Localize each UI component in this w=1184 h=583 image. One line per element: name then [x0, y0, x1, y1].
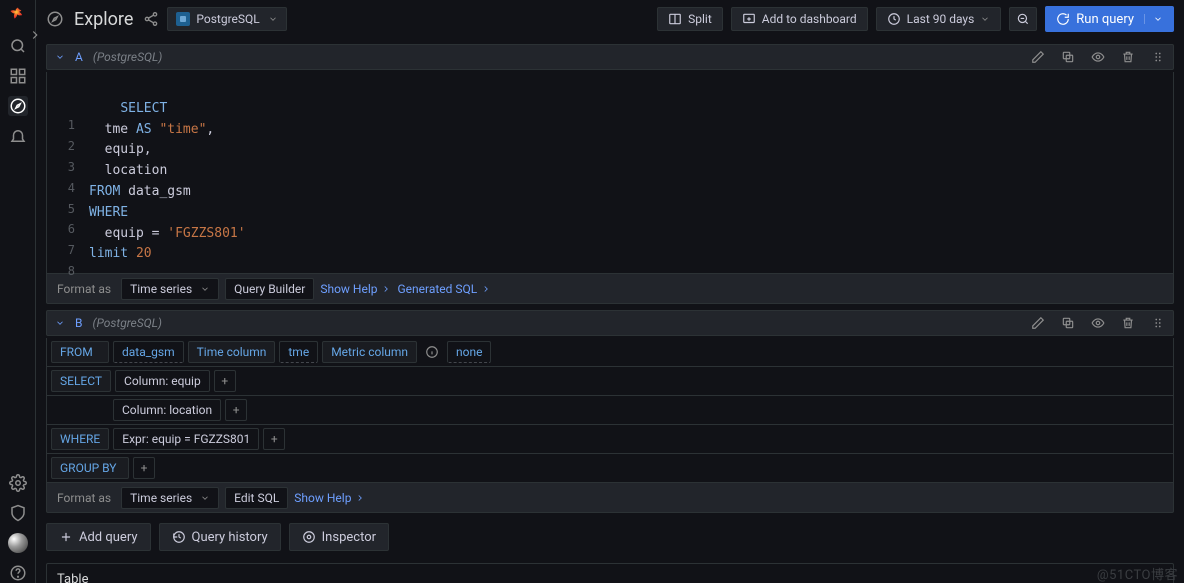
from-key: FROM: [51, 341, 109, 363]
where-key: WHERE: [51, 428, 109, 450]
watermark: @51CTO博客: [1097, 564, 1178, 583]
share-icon[interactable]: [143, 11, 159, 27]
timecol-key: Time column: [188, 341, 276, 363]
where-row: WHERE Expr: equip = FGZZS801 +: [46, 425, 1174, 454]
left-rail: [0, 0, 36, 583]
user-avatar[interactable]: [8, 533, 28, 553]
search-icon[interactable]: [8, 36, 28, 56]
select-row-2: Column: location +: [46, 396, 1174, 425]
groupby-key: GROUP BY: [51, 457, 129, 479]
collapse-icon[interactable]: [55, 52, 65, 62]
alerting-icon[interactable]: [8, 126, 28, 146]
eye-icon[interactable]: [1091, 50, 1105, 64]
results-panel: Table Time equip location 2022-06-02 00:…: [46, 563, 1174, 583]
chevron-down-icon: [268, 14, 278, 24]
chevron-down-icon: [200, 493, 210, 503]
datasource-label: PostgreSQL: [196, 12, 259, 26]
add-select-button[interactable]: +: [214, 370, 236, 392]
zoom-out-button[interactable]: [1009, 7, 1037, 31]
query-builder-button[interactable]: Query Builder: [225, 278, 314, 300]
drag-icon[interactable]: [1151, 316, 1165, 330]
page-header: Explore PostgreSQL Split Add to dashboar…: [36, 0, 1184, 38]
drag-icon[interactable]: [1151, 50, 1165, 64]
format-as-label: Format as: [53, 491, 115, 505]
add-where-button[interactable]: +: [263, 428, 285, 450]
format-as-select[interactable]: Time series: [121, 278, 219, 300]
rail-expand-icon[interactable]: [28, 28, 42, 42]
show-help-link[interactable]: Show Help: [294, 491, 365, 505]
add-select-button[interactable]: +: [225, 399, 247, 421]
add-to-dashboard-button[interactable]: Add to dashboard: [731, 7, 868, 31]
edit-icon[interactable]: [1031, 50, 1045, 64]
select-col2[interactable]: Column: location: [113, 399, 221, 421]
copy-icon[interactable]: [1061, 50, 1075, 64]
grafana-logo[interactable]: [8, 6, 28, 26]
trash-icon[interactable]: [1121, 50, 1135, 64]
eye-icon[interactable]: [1091, 316, 1105, 330]
sql-editor[interactable]: 12345678 SELECT tme AS "time", equip, lo…: [46, 72, 1174, 274]
info-icon[interactable]: [425, 345, 439, 359]
split-button[interactable]: Split: [657, 7, 723, 31]
query-b-ds: (PostgreSQL): [92, 316, 162, 330]
trash-icon[interactable]: [1121, 316, 1135, 330]
add-query-button[interactable]: Add query: [46, 523, 151, 551]
run-query-label: Run query: [1076, 12, 1134, 27]
metriccol-key: Metric column: [322, 341, 417, 363]
query-b-options: Format as Time series Edit SQL Show Help: [46, 483, 1174, 513]
query-a-header: A (PostgreSQL): [46, 44, 1174, 70]
compass-icon: [46, 10, 64, 28]
generated-sql-link[interactable]: Generated SQL: [397, 282, 491, 296]
copy-icon[interactable]: [1061, 316, 1075, 330]
query-a-options: Format as Time series Query Builder Show…: [46, 274, 1174, 304]
select-row: SELECT Column: equip +: [46, 367, 1174, 396]
add-groupby-button[interactable]: +: [133, 457, 155, 479]
page-title: Explore: [74, 9, 133, 30]
timecol-value[interactable]: tme: [279, 341, 318, 363]
edit-icon[interactable]: [1031, 316, 1045, 330]
query-history-button[interactable]: Query history: [159, 523, 281, 551]
run-query-button[interactable]: Run query: [1045, 6, 1174, 32]
select-col1[interactable]: Column: equip: [115, 370, 210, 392]
query-b-header: B (PostgreSQL): [46, 310, 1174, 336]
dashboards-icon[interactable]: [8, 66, 28, 86]
inspector-button[interactable]: Inspector: [289, 523, 389, 551]
add-dash-label: Add to dashboard: [762, 12, 857, 26]
select-key: SELECT: [51, 370, 111, 392]
explore-icon[interactable]: [8, 96, 28, 116]
from-value[interactable]: data_gsm: [113, 341, 184, 363]
metriccol-value[interactable]: none: [447, 341, 491, 363]
split-label: Split: [688, 12, 712, 26]
where-expr[interactable]: Expr: equip = FGZZS801: [113, 428, 259, 450]
postgres-icon: [176, 12, 190, 26]
query-a-ds: (PostgreSQL): [93, 50, 163, 64]
query-a-letter[interactable]: A: [75, 50, 83, 64]
time-range-button[interactable]: Last 90 days: [876, 7, 1002, 31]
edit-sql-button[interactable]: Edit SQL: [225, 487, 288, 509]
show-help-link[interactable]: Show Help: [320, 282, 391, 296]
configuration-icon[interactable]: [8, 473, 28, 493]
from-row: FROM data_gsm Time column tme Metric col…: [46, 338, 1174, 367]
chevron-down-icon: [980, 14, 990, 24]
groupby-row: GROUP BY +: [46, 454, 1174, 483]
admin-icon[interactable]: [8, 503, 28, 523]
line-gutter: 12345678: [47, 78, 81, 321]
query-actions: Add query Query history Inspector: [46, 523, 1174, 551]
format-as-select[interactable]: Time series: [121, 487, 219, 509]
help-icon[interactable]: [8, 563, 28, 583]
chevron-down-icon: [200, 284, 210, 294]
datasource-picker[interactable]: PostgreSQL: [167, 7, 286, 31]
chevron-down-icon: [1144, 14, 1163, 24]
time-range-label: Last 90 days: [907, 12, 975, 26]
panel-title: Table: [47, 564, 1173, 583]
